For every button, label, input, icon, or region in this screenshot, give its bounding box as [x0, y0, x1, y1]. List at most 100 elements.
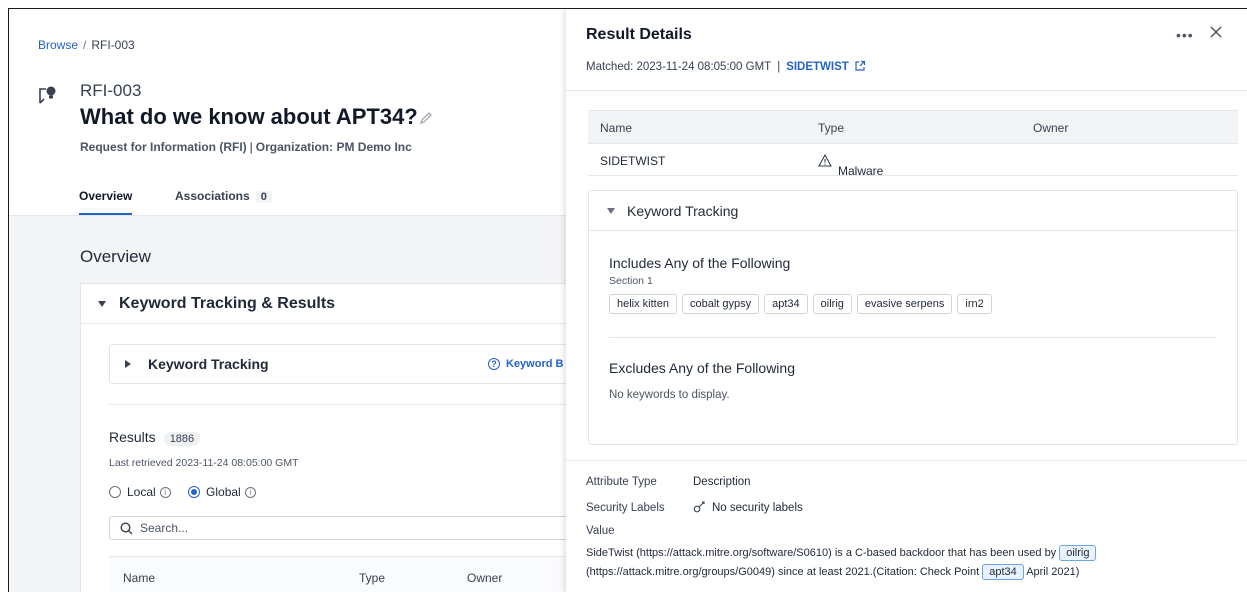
- row-name: SIDETWIST: [600, 154, 666, 168]
- rfi-subtitle-separator: |: [249, 140, 253, 154]
- app-frame: Browse / RFI-003 RFI-003 What do we know a…: [8, 8, 1247, 592]
- section-label: Section 1: [609, 275, 653, 287]
- radio-local-label: Local: [127, 485, 156, 499]
- description-value: SideTwist (https://attack.mitre.org/soft…: [586, 544, 1236, 582]
- keyword-help-link[interactable]: ? Keyword B: [488, 358, 563, 370]
- attributes-divider: [566, 460, 1247, 461]
- breadcrumb: Browse / RFI-003: [38, 38, 135, 52]
- last-retrieved-text: Last retrieved 2023-11-24 08:05:00 GMT: [109, 457, 299, 469]
- keyword-results-title: Keyword Tracking & Results: [119, 295, 336, 312]
- keyword-chip: oilrig: [812, 294, 852, 314]
- rfi-organization: Organization: PM Demo Inc: [255, 140, 412, 154]
- info-icon[interactable]: i: [244, 486, 256, 498]
- keyword-chip: cobalt gypsy: [681, 294, 760, 314]
- tab-overview-label: Overview: [79, 189, 133, 203]
- panel-title: Result Details: [586, 26, 692, 43]
- breadcrumb-browse-link[interactable]: Browse: [38, 38, 78, 52]
- keyword-tracking-collapsed[interactable]: Keyword Tracking ? Keyword B: [109, 344, 579, 384]
- column-type: Type: [818, 121, 845, 135]
- panel-header-divider: [566, 90, 1247, 91]
- rfi-page: Browse / RFI-003 RFI-003 What do we know a…: [9, 9, 579, 592]
- radio-local[interactable]: Local i: [109, 485, 171, 499]
- description-text-3: April 2021): [1026, 566, 1080, 578]
- results-count-badge: 1886: [163, 432, 201, 446]
- scope-radio-group: Local i Global i: [109, 485, 270, 501]
- rfi-type: Request for Information (RFI): [80, 140, 247, 154]
- matched-separator: |: [777, 61, 781, 73]
- description-text-2: (https://attack.mitre.org/groups/G0049) …: [586, 566, 980, 578]
- security-labels-row: Security Labels No security labels: [586, 500, 803, 514]
- more-options-icon[interactable]: •••: [1176, 27, 1194, 43]
- keyword-chip: helix kitten: [609, 294, 677, 314]
- search-input[interactable]: [140, 520, 540, 536]
- security-labels-value: No security labels: [693, 501, 803, 514]
- keyword-help-label: Keyword B: [506, 358, 564, 370]
- search-icon: [120, 522, 133, 535]
- overview-heading: Overview: [80, 247, 151, 266]
- external-link-icon: [855, 60, 865, 71]
- malware-warning-icon: [818, 154, 832, 167]
- section-divider: [109, 404, 569, 405]
- radio-global-circle: [188, 486, 201, 498]
- keyword-tracking-title: Keyword Tracking: [627, 203, 739, 219]
- column-name[interactable]: Name: [123, 571, 155, 585]
- edit-pencil-icon[interactable]: [419, 111, 433, 125]
- results-search: [109, 516, 579, 540]
- results-table-header: Name Type Owner: [109, 556, 579, 592]
- column-type[interactable]: Type: [359, 571, 385, 585]
- rfi-lightbulb-icon: [39, 86, 56, 104]
- caret-right-icon: [125, 360, 131, 368]
- radio-global[interactable]: Global i: [188, 485, 256, 499]
- keyword-chip: evasive serpens: [856, 294, 953, 314]
- breadcrumb-current: RFI-003: [91, 38, 135, 52]
- keyword-results-card: Keyword Tracking & Results Keyword Track…: [80, 283, 579, 592]
- value-label: Value: [586, 525, 615, 537]
- associations-count-badge: 0: [255, 191, 272, 203]
- caret-down-icon: [98, 301, 106, 307]
- entity-link-label: SIDETWIST: [786, 61, 849, 73]
- keyword-chip: apt34: [764, 294, 808, 314]
- caret-down-icon: [607, 208, 615, 214]
- security-labels-text: No security labels: [712, 502, 803, 514]
- security-labels-label: Security Labels: [586, 502, 665, 514]
- matched-info: Matched: 2023-11-24 08:05:00 GMT | SIDETWI…: [586, 60, 866, 73]
- radio-global-label: Global: [206, 485, 241, 499]
- radio-local-circle: [109, 486, 121, 498]
- keyword-chip: irn2: [957, 294, 992, 314]
- matched-entity-table: Name Type Owner SIDETWIST Malware: [588, 110, 1238, 178]
- results-title: Results: [109, 429, 156, 445]
- tab-associations-label: Associations: [175, 189, 250, 203]
- results-heading: Results 1886: [109, 429, 201, 446]
- matched-table-header: Name Type Owner: [588, 110, 1238, 144]
- tab-associations[interactable]: Associations 0: [175, 189, 272, 213]
- column-owner: Owner: [1033, 121, 1069, 135]
- row-type: Malware: [818, 154, 883, 178]
- keyword-highlight-apt34: apt34: [982, 564, 1024, 580]
- column-name: Name: [600, 121, 633, 135]
- table-row[interactable]: SIDETWIST Malware: [588, 144, 1238, 178]
- tab-bar: Overview Associations 0: [67, 181, 567, 217]
- keyword-highlight-oilrig: oilrig: [1059, 545, 1097, 561]
- row-type-label: Malware: [838, 164, 884, 178]
- page-title: What do we know about APT34?: [80, 104, 418, 129]
- rfi-id: RFI-003: [80, 81, 142, 100]
- matched-timestamp: Matched: 2023-11-24 08:05:00 GMT: [586, 61, 772, 73]
- breadcrumb-separator: /: [83, 38, 87, 52]
- attribute-type-value: Description: [693, 476, 751, 488]
- close-icon[interactable]: [1209, 25, 1223, 39]
- keyword-tracking-header[interactable]: Keyword Tracking: [589, 191, 1237, 231]
- keyword-results-header[interactable]: Keyword Tracking & Results: [81, 284, 569, 324]
- includes-heading: Includes Any of the Following: [609, 255, 791, 271]
- result-details-panel: Result Details Matched: 2023-11-24 08:05…: [566, 9, 1247, 592]
- info-icon[interactable]: i: [159, 486, 171, 498]
- question-circle-icon: ?: [488, 358, 500, 370]
- column-owner[interactable]: Owner: [467, 571, 502, 585]
- excludes-empty-text: No keywords to display.: [609, 389, 730, 401]
- tab-overview[interactable]: Overview: [79, 189, 133, 215]
- keyword-chip-list: helix kitten cobalt gypsy apt34 oilrig evasi…: [609, 294, 997, 314]
- keyword-tracking-label: Keyword Tracking: [148, 356, 269, 372]
- excludes-heading: Excludes Any of the Following: [609, 360, 795, 376]
- entity-link[interactable]: SIDETWIST: [786, 60, 866, 73]
- attribute-type-row: Attribute Type Description: [586, 476, 751, 488]
- includes-excludes-divider: [609, 337, 1217, 338]
